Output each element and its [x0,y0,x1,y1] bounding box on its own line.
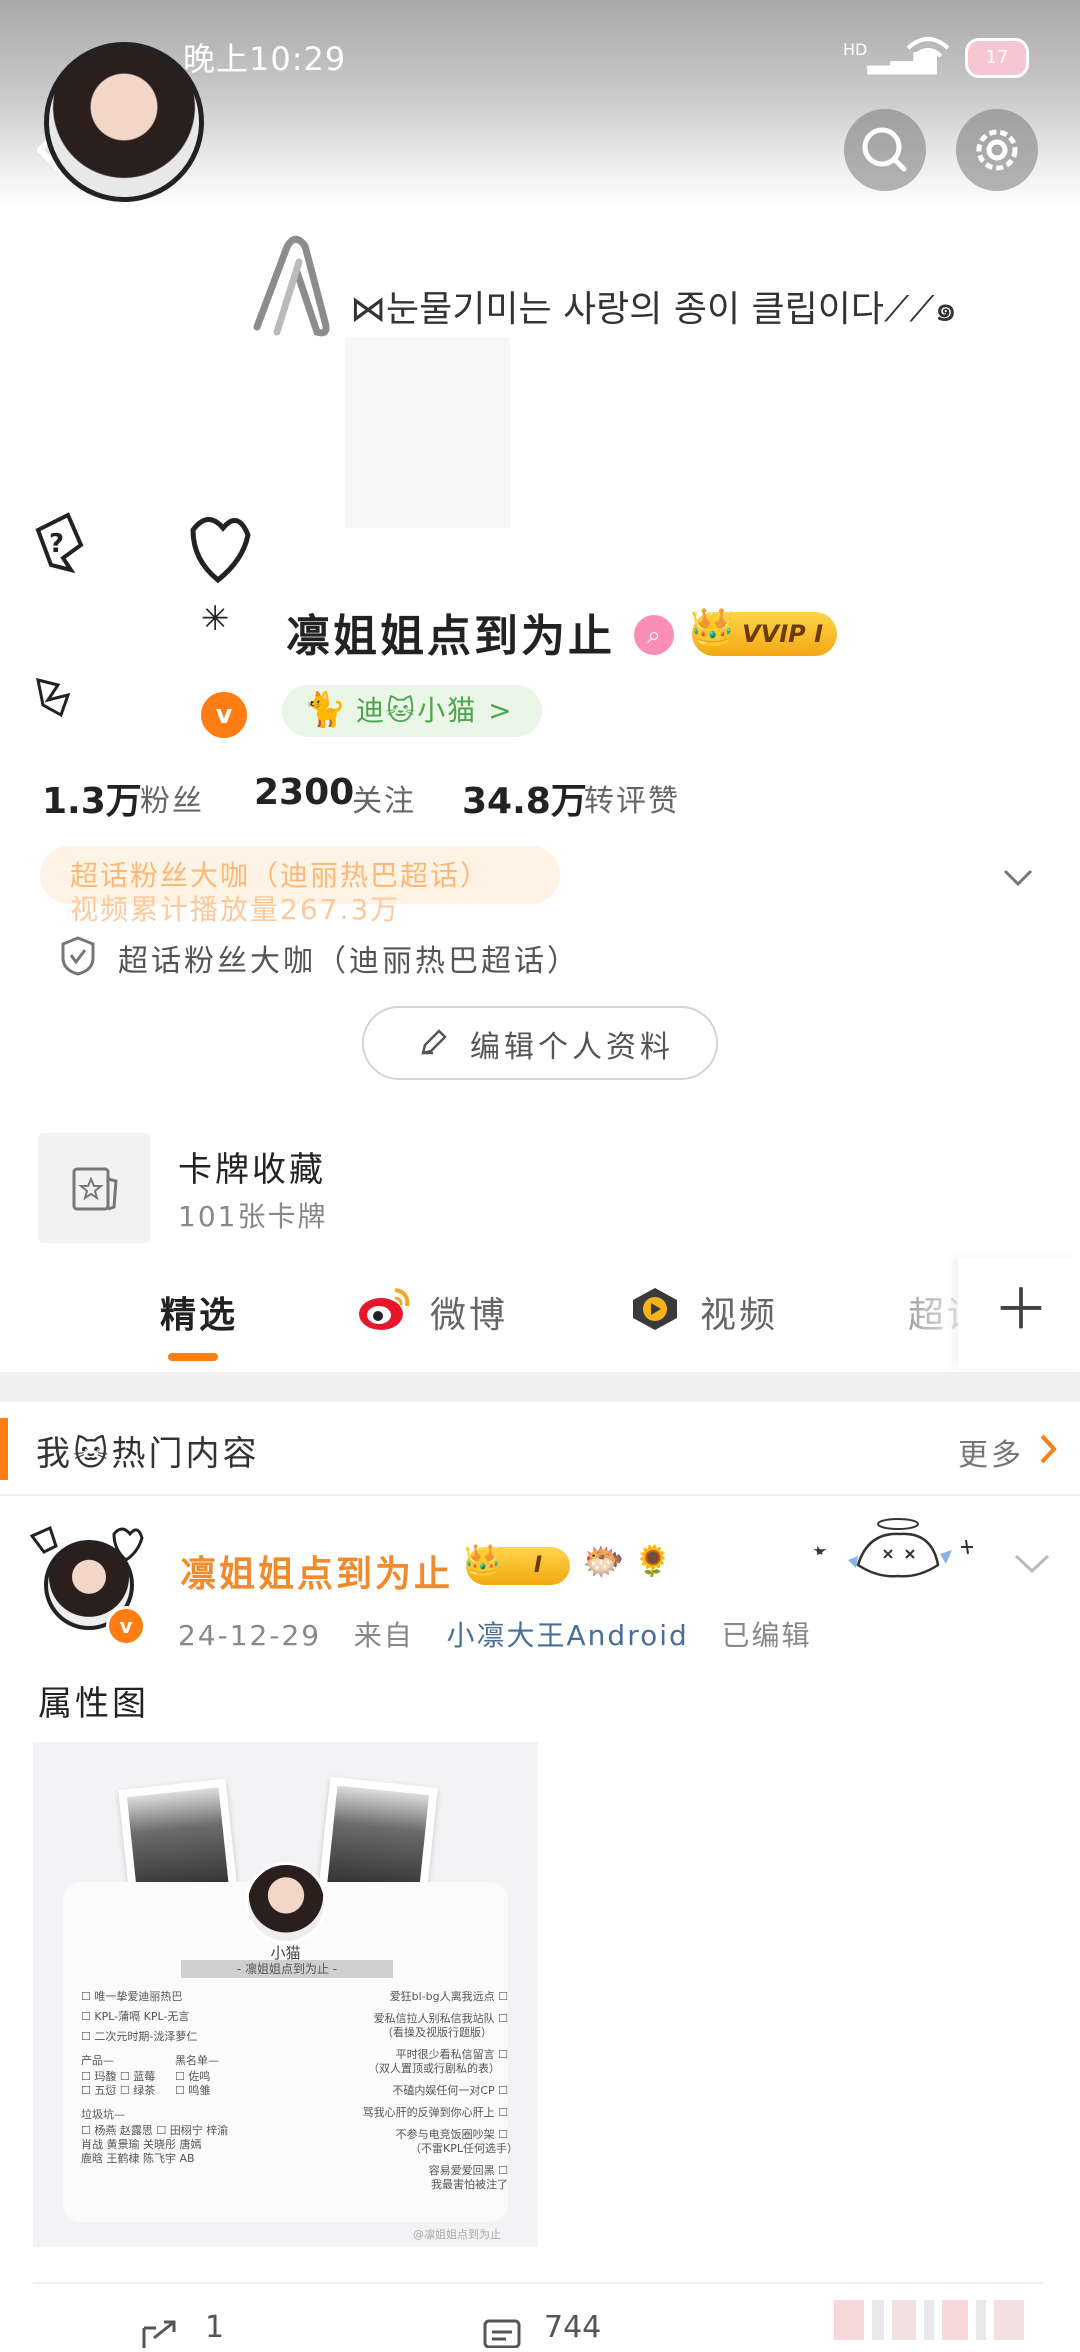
card-line: ☐ 二次元时期-泷泽萝仁 [81,2030,198,2043]
super-fan-label: 超话粉丝大咖（迪丽热巴超话） [118,944,580,979]
card-line: 产品— [81,2054,114,2067]
center-portrait [245,1862,327,1944]
card-line: ☐ 唯一挚爱迪丽热巴 [81,1990,183,2003]
card-line: 骂我心肝的反弹到你心肝上 ☐ [362,2106,508,2119]
card-line: （双人置顶或行剧私的表） [368,2062,500,2075]
fish-icon: 🐡 [582,1542,625,1582]
post-from-label: 来自 [353,1619,414,1652]
section-divider [0,1372,1080,1402]
likes-label[interactable]: 转评赞 [584,776,680,820]
gear-icon [976,129,1018,171]
active-tab-indicator [168,1353,218,1361]
card-collection-title[interactable]: 卡牌收藏 [178,1142,326,1191]
hot-content-title: 我🐱热门内容 [36,1434,260,1474]
post-edited-label: 已编辑 [721,1619,812,1652]
more-link[interactable]: 更多 [958,1430,1024,1474]
post-date: 24-12-29 [178,1619,322,1652]
card-line: ☐ KPL-蒲嗝 KPL-无言 [81,2010,190,2023]
card-line: ☐ 杨燕 赵露思 ☐ 田栩宁 梓渝 [81,2124,229,2137]
tag-line: 视频累计播放量267.3万 [70,893,401,926]
card-line: 平时很少看私信留言 ☐ [395,2048,508,2061]
post-meta: 24-12-29 来自 小凛大王Android 已编辑 [178,1614,812,1654]
card-line: ☐ 五愆 ☐ 绿茶 [81,2084,156,2097]
search-icon [862,127,907,172]
section-accent-bar [0,1418,8,1480]
post-source[interactable]: 小凛大王Android [447,1619,689,1652]
search-badge-icon[interactable]: ⌕ [634,615,674,655]
weibo-icon [355,1284,415,1334]
tab-featured[interactable]: 精选 [160,1286,238,1338]
card-line: 鹿晗 王鹤棣 陈飞宇 AB [81,2152,195,2165]
tab-weibo[interactable]: 微博 [430,1286,508,1338]
paperclip-icon [237,232,347,342]
divider [33,2282,1043,2284]
followers-label[interactable]: 粉丝 [140,776,204,820]
pencil-icon [418,1026,450,1058]
card-line: 爱狂bl-bg人离我远点 ☐ [389,1990,508,2003]
comment-icon[interactable] [482,2318,522,2349]
card-line: ☐ 佐鸣 [175,2070,211,2083]
image-watermark: @凛姐姐点到为止 [413,2228,501,2241]
following-label[interactable]: 关注 [352,776,416,820]
network-label: HD [843,40,868,59]
watermark-bars [830,2296,1050,2340]
card-line: ☐ 鸣雏 [175,2084,211,2097]
verified-badge: v [197,688,251,742]
card-line: ☐ 玛馥 ☐ 蓝莓 [81,2070,156,2083]
username: 凛姐姐点到为止 [286,611,615,662]
crown-icon: 👑 [464,1543,502,1578]
likes-count[interactable]: 34.8万 [462,772,587,824]
card-line: 容易爱爱回黑 ☐ [428,2164,508,2177]
card-line: 爱私信拉人别私信我站队 ☐ [373,2012,508,2025]
wifi-icon [905,34,951,81]
shield-icon [60,936,96,976]
card-line: 不参与电竞饭圈吵架 ☐ [395,2128,508,2141]
battery-indicator: 17 [965,38,1029,78]
chevron-down-icon[interactable] [1003,862,1033,892]
post-author-name[interactable]: 凛姐姐点到为止 [180,1545,453,1597]
card-icon [72,1167,118,1211]
card-line: 黑名单— [175,2054,219,2067]
share-icon[interactable] [140,2318,180,2348]
search-button[interactable] [844,109,926,191]
tab-video[interactable]: 视频 [700,1286,778,1338]
card-line: 不磕内娱任何一对CP ☐ [392,2084,508,2097]
settings-button[interactable] [956,109,1038,191]
video-icon [630,1286,680,1332]
crown-icon: 👑 [690,607,735,648]
svg-text:?: ? [49,529,64,559]
followers-count[interactable]: 1.3万 [42,772,142,824]
cover-placeholder [345,338,510,528]
chevron-down-icon[interactable] [1014,1552,1050,1576]
banner-text: ⋈눈물기미는 사랑의 종이 클립이다⟋⟋๑ [350,289,958,330]
post-text: 属性图 [38,1684,149,1724]
divider [0,1494,1080,1496]
sunflower-icon: 🌻 [634,1544,672,1579]
angel-sticker [808,1510,978,1590]
avatar[interactable] [44,42,204,202]
post-image[interactable]: 小猫 - 凛姐姐点到为止 - ☐ 唯一挚爱迪丽热巴 ☐ KPL-蒲嗝 KPL-无… [33,1742,538,2247]
card-collection-count: 101张卡牌 [178,1200,328,1233]
plus-icon: ＋ [993,1278,1049,1343]
card-handle: - 凛姐姐点到为止 - [181,1960,393,1978]
card-line: 垃圾坑— [81,2108,125,2121]
edit-profile-label[interactable]: 编辑个人资料 [470,1022,674,1066]
card-line: （看操及视版行题版） [382,2026,492,2039]
verified-badge: v [106,1606,146,1646]
card-line: 我最害怕被注了 [431,2178,508,2191]
svg-text:✳: ✳ [201,599,230,639]
cat-icon: 🐈 [304,690,347,730]
card-collection-icon-box[interactable] [38,1133,150,1243]
status-time: 晚上10:29 [183,40,347,78]
card-line: 肖战 黄景瑜 关晓彤 唐嫣 [81,2138,202,2151]
card-line: （不雷KPL任何选手） [410,2142,518,2155]
following-count[interactable]: 2300 [254,772,354,813]
chevron-right-icon[interactable] [1038,1432,1058,1466]
